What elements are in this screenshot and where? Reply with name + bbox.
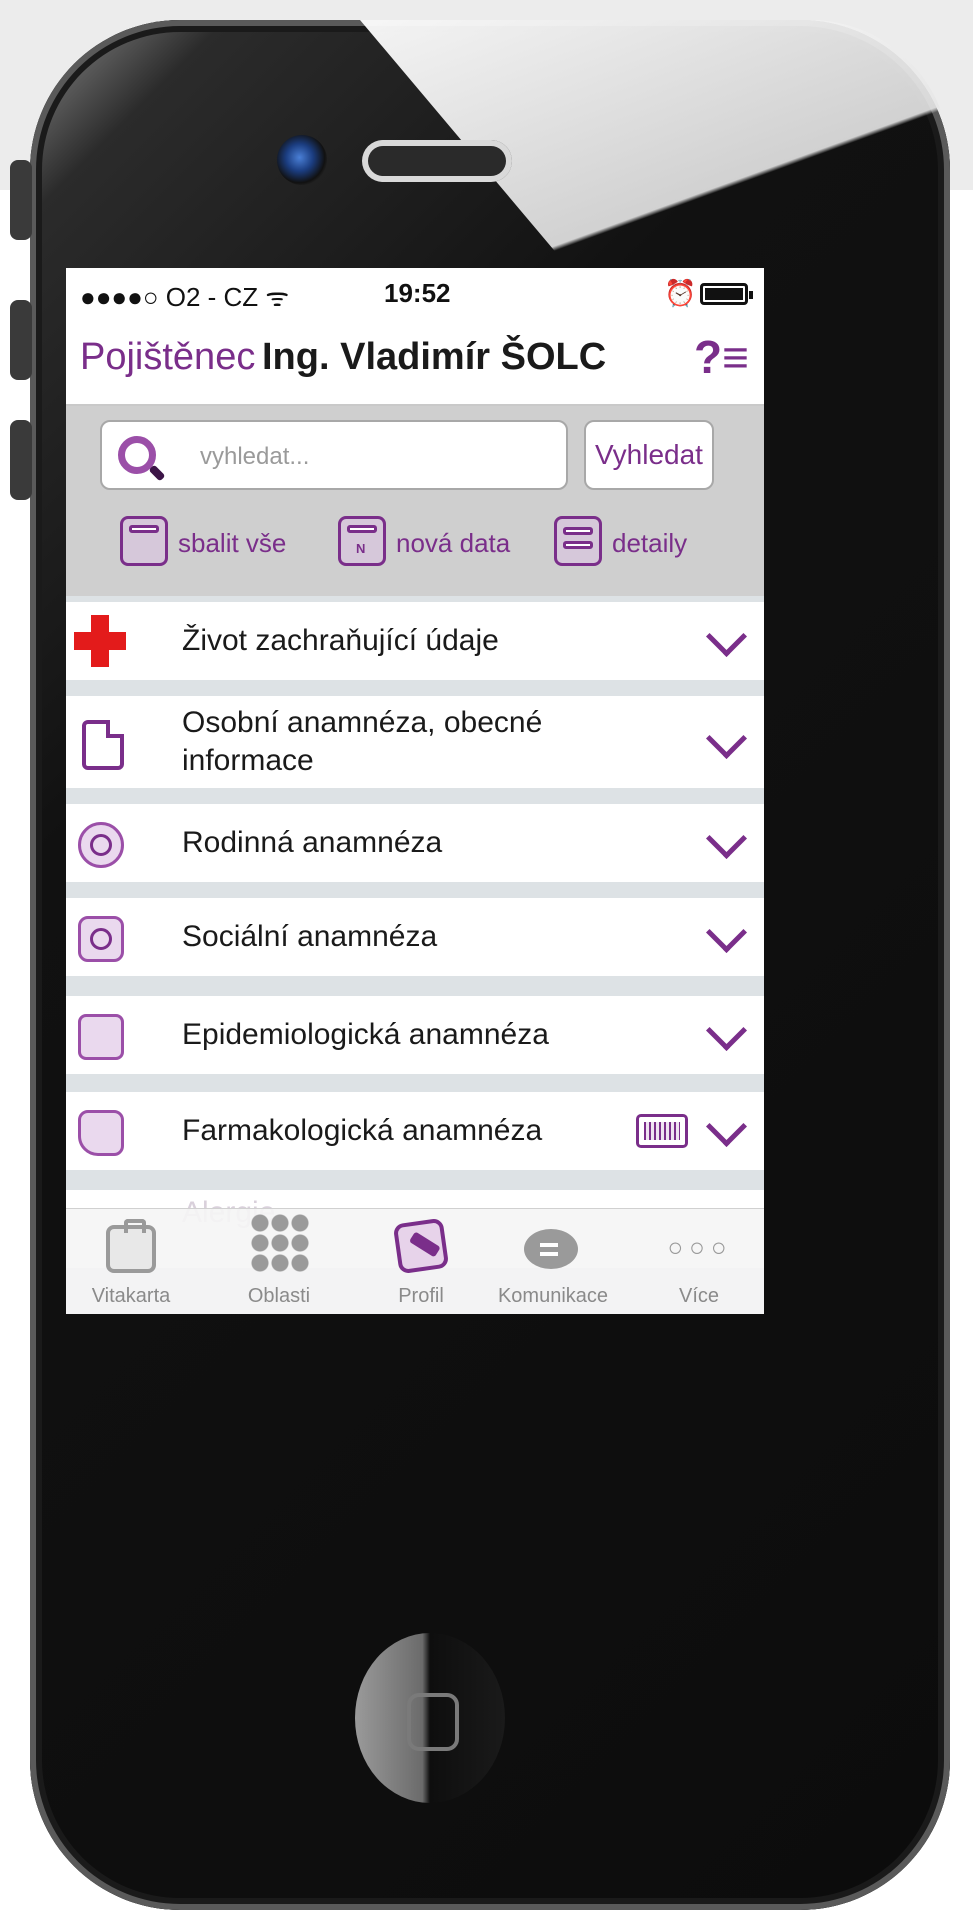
new-data-icon: N xyxy=(338,516,386,566)
chevron-down-icon xyxy=(705,717,748,760)
search-icon xyxy=(118,436,156,474)
collapse-icon xyxy=(120,516,168,566)
search-box xyxy=(100,420,568,490)
red-cross-icon xyxy=(74,615,126,667)
section-label: Epidemiologická anamnéza xyxy=(182,1018,549,1051)
id-card-icon xyxy=(106,1219,156,1273)
help-menu-icon[interactable]: ?≡ xyxy=(694,330,749,384)
tab-profil[interactable]: Profil xyxy=(356,1209,486,1314)
carrier-signal: ●●●●○ O2 - CZ ᯤ xyxy=(80,282,290,312)
family-icon xyxy=(78,822,124,868)
earpiece-speaker xyxy=(362,140,512,182)
search-input[interactable] xyxy=(198,434,542,480)
tab-label: Oblasti xyxy=(247,1285,311,1307)
section-label: Osobní anamnéza, obecné informace xyxy=(182,706,543,777)
more-icon: ○○○ xyxy=(667,1232,733,1262)
section-row-family-history[interactable]: Rodinná anamnéza xyxy=(66,804,764,882)
section-label: Farmakologická anamnéza xyxy=(182,1114,543,1147)
section-label: Sociální anamnéza xyxy=(182,920,438,953)
mute-switch xyxy=(10,160,32,240)
section-row-personal-history[interactable]: Osobní anamnéza, obecné informace xyxy=(66,696,764,788)
home-button[interactable] xyxy=(355,1633,505,1803)
search-panel: Vyhledat sbalit vše N nová data detaily xyxy=(66,406,764,596)
collapse-all-label: sbalit vše xyxy=(178,528,287,558)
grid-dots-icon xyxy=(250,1213,310,1273)
tab-label: Profil xyxy=(398,1285,444,1307)
document-icon xyxy=(82,720,124,770)
volume-up-button xyxy=(10,300,32,380)
status-bar: ●●●●○ O2 - CZ ᯤ 19:52 ⏰ xyxy=(66,268,764,316)
barcode-icon[interactable] xyxy=(636,1114,688,1148)
insured-label: Pojištěnec xyxy=(80,336,256,378)
tab-bar: Vitakarta Oblasti Profil Komunikace ○○○ … xyxy=(66,1208,764,1314)
chevron-down-icon xyxy=(705,615,748,658)
chevron-down-icon xyxy=(705,911,748,954)
epidemiology-icon xyxy=(78,1014,124,1060)
chat-icon xyxy=(524,1229,578,1269)
section-row-life-saving[interactable]: Život zachraňující údaje xyxy=(66,602,764,680)
details-icon xyxy=(554,516,602,566)
section-label: Život zachraňující údaje xyxy=(182,624,499,657)
details-label: detaily xyxy=(612,528,688,558)
tab-oblasti[interactable]: Oblasti xyxy=(214,1209,344,1314)
tab-vice[interactable]: ○○○ Více xyxy=(634,1209,764,1314)
social-icon xyxy=(78,916,124,962)
profile-edit-icon xyxy=(392,1217,450,1275)
clock: 19:52 xyxy=(384,278,451,308)
section-row-epidemiology[interactable]: Epidemiologická anamnéza xyxy=(66,996,764,1074)
tab-label: Vitakarta xyxy=(91,1285,171,1307)
pharmacology-icon xyxy=(78,1110,124,1156)
home-square-icon xyxy=(407,1693,459,1751)
tab-label: Více xyxy=(678,1285,720,1307)
alarm-icon: ⏰ xyxy=(664,278,697,308)
tab-vitakarta[interactable]: Vitakarta xyxy=(66,1209,196,1314)
chevron-down-icon xyxy=(705,1105,748,1148)
chevron-down-icon xyxy=(705,1009,748,1052)
volume-down-button xyxy=(10,420,32,500)
tab-komunikace[interactable]: Komunikace xyxy=(488,1209,618,1314)
page-header: Pojištěnec Ing. Vladimír ŠOLC ?≡ xyxy=(66,316,764,406)
tab-label: Komunikace xyxy=(497,1285,609,1307)
search-button[interactable]: Vyhledat xyxy=(584,420,714,490)
battery-icon xyxy=(700,283,753,305)
section-row-pharmacology[interactable]: Farmakologická anamnéza xyxy=(66,1092,764,1170)
section-row-social-history[interactable]: Sociální anamnéza xyxy=(66,898,764,976)
chevron-down-icon xyxy=(705,817,748,860)
patient-name: Ing. Vladimír ŠOLC xyxy=(262,336,607,378)
phone-screen: ●●●●○ O2 - CZ ᯤ 19:52 ⏰ Pojištěnec Ing. … xyxy=(66,268,764,1314)
section-label: Rodinná anamnéza xyxy=(182,826,443,859)
new-data-label: nová data xyxy=(396,528,511,558)
front-camera xyxy=(277,135,327,185)
